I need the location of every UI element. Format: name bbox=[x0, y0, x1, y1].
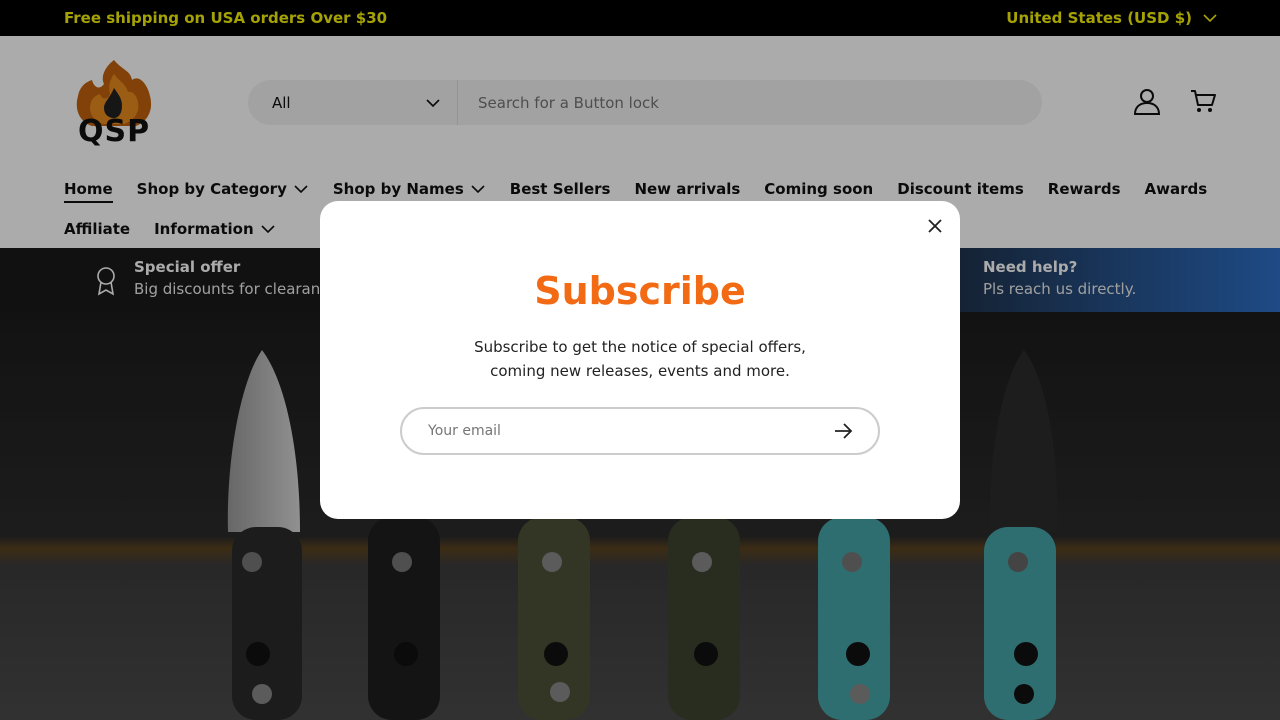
subscribe-modal: Subscribe Subscribe to get the notice of… bbox=[320, 201, 960, 519]
modal-title: Subscribe bbox=[534, 269, 746, 313]
email-field[interactable] bbox=[428, 423, 832, 439]
email-field-wrapper bbox=[400, 407, 880, 455]
arrow-right-icon[interactable] bbox=[832, 420, 854, 442]
close-icon[interactable] bbox=[924, 215, 946, 237]
modal-description: Subscribe to get the notice of special o… bbox=[474, 338, 806, 380]
